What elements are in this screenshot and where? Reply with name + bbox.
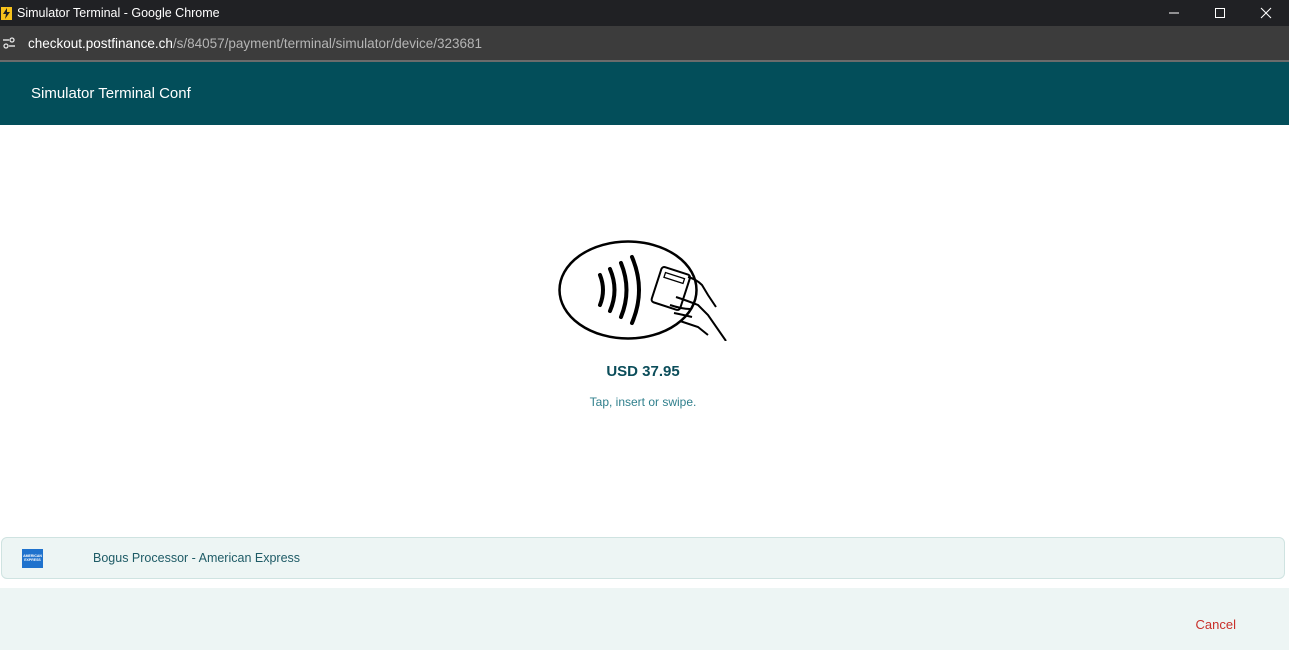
minimize-icon[interactable] [1151, 0, 1197, 26]
payment-amount: USD 37.95 [606, 363, 680, 380]
american-express-logo: AMERICAN EXPRESS [22, 548, 43, 568]
app-header: Simulator Terminal Conf [0, 62, 1289, 125]
contactless-payment-icon [558, 240, 727, 341]
address-bar[interactable]: checkout.postfinance.ch/s/84057/payment/… [0, 26, 1289, 60]
footer: Cancel [0, 588, 1289, 650]
url-path: /s/84057/payment/terminal/simulator/devi… [172, 35, 483, 51]
url-host: checkout.postfinance.ch [28, 35, 173, 51]
close-icon[interactable] [1243, 0, 1289, 26]
terminal-panel: USD 37.95 Tap, insert or swipe. [0, 125, 1289, 537]
url-text[interactable]: checkout.postfinance.ch/s/84057/payment/… [28, 36, 482, 51]
processor-label: Bogus Processor - American Express [93, 551, 301, 565]
page-title: Simulator Terminal Conf [31, 85, 191, 102]
processor-option[interactable]: AMERICAN EXPRESS Bogus Processor - Americ… [1, 537, 1285, 579]
window-title: Simulator Terminal - Google Chrome [17, 6, 220, 20]
cancel-button[interactable]: Cancel [1196, 617, 1236, 632]
browser-title-bar: Simulator Terminal - Google Chrome [0, 0, 1289, 26]
maximize-icon[interactable] [1197, 0, 1243, 26]
window-controls [1151, 0, 1289, 26]
site-info-icon[interactable] [1, 35, 17, 51]
app-icon [1, 6, 12, 20]
payment-instruction: Tap, insert or swipe. [589, 395, 697, 409]
